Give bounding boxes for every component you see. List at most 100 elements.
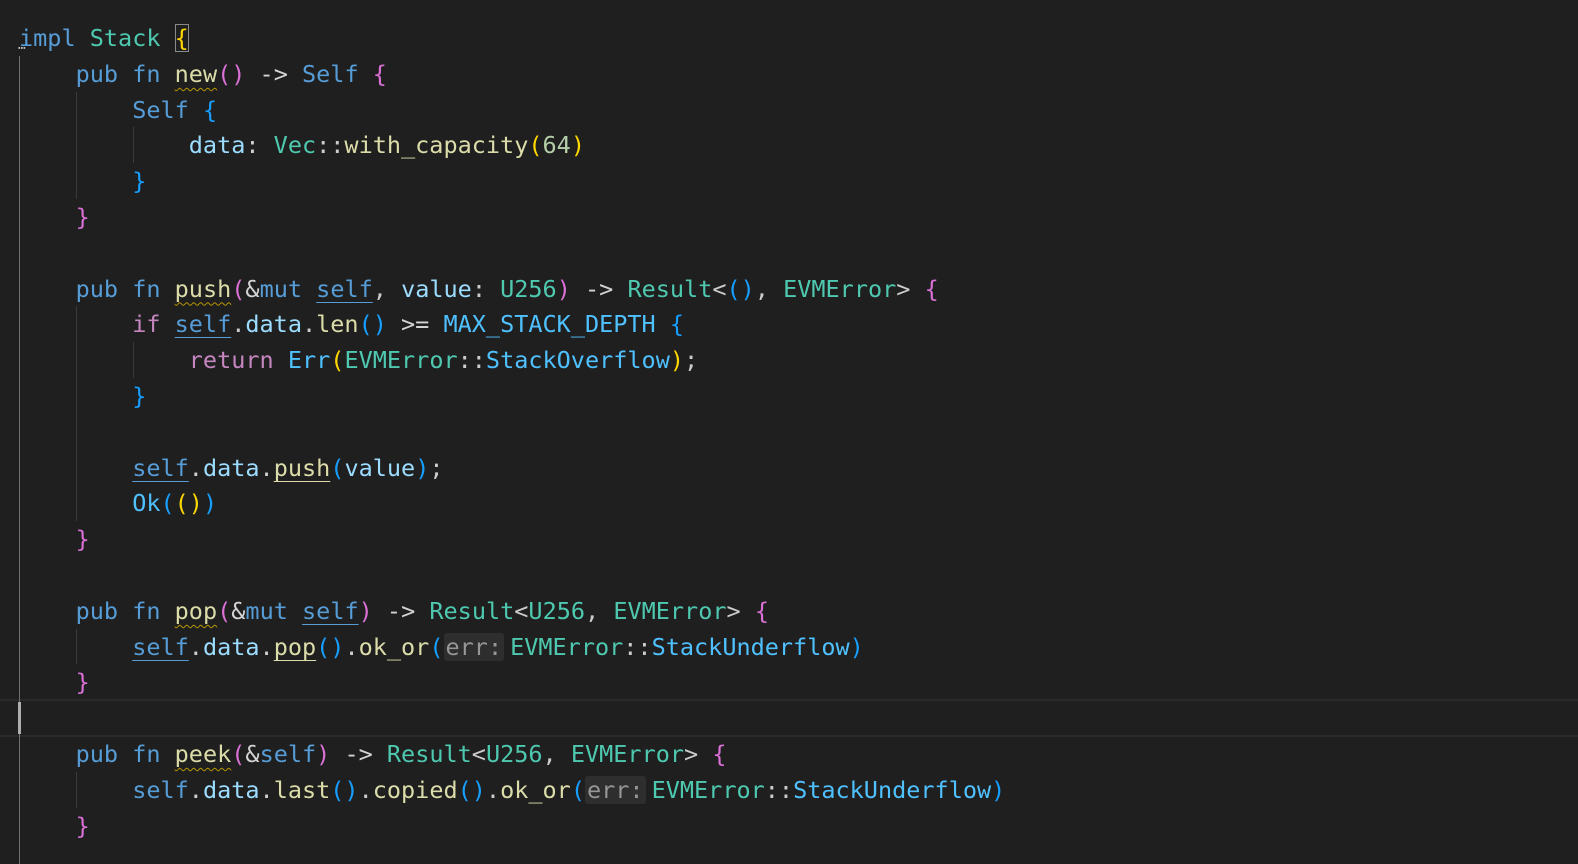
code-token: :: [316, 131, 345, 160]
code-token: StackUnderflow [651, 632, 850, 661]
code-line[interactable]: if self.data.len() >= MAX_STACK_DEPTH { [0, 306, 1578, 342]
code-token: :: [623, 632, 652, 661]
code-line-text: } [19, 163, 146, 199]
code-line[interactable]: } [0, 664, 1578, 700]
code-token: pop [273, 632, 317, 661]
code-token: ) [556, 274, 571, 303]
code-line[interactable] [0, 700, 1578, 736]
code-token: peek [174, 740, 232, 768]
code-token: : [245, 131, 274, 160]
code-token: pub [75, 596, 119, 625]
code-line[interactable]: pub fn new() -> Self { [0, 56, 1578, 92]
code-token: , [542, 740, 571, 768]
code-token: Result [429, 596, 515, 625]
code-line[interactable]: data: Vec::with_capacity(64) [0, 127, 1578, 163]
code-token: ( [330, 346, 345, 375]
code-token: self [174, 310, 232, 339]
code-editor[interactable]: ⋯ impl Stack { pub fn new() -> Self { Se… [0, 0, 1578, 864]
code-token: ( [160, 489, 175, 518]
code-line-text: } [19, 199, 90, 235]
code-token: :: [764, 775, 794, 804]
code-token: Result [386, 740, 472, 768]
code-token: < [514, 596, 529, 625]
code-token: . [188, 775, 203, 804]
code-token: { [924, 274, 939, 303]
code-line[interactable]: self.data.push(value); [0, 450, 1578, 486]
code-token: Result [627, 274, 713, 303]
code-line[interactable]: self.data.last().copied().ok_or(err: EVME… [0, 772, 1578, 808]
code-token: & [231, 596, 246, 625]
code-line-text: impl Stack { [19, 20, 189, 56]
code-token: () [457, 775, 486, 804]
code-token: -> [330, 740, 387, 768]
code-token: () [330, 775, 359, 804]
code-token: & [245, 274, 260, 303]
code-token: impl [19, 24, 76, 52]
code-line[interactable]: Self { [0, 92, 1578, 128]
code-token: : [471, 274, 501, 303]
code-token: ) [849, 632, 864, 661]
code-token: . [485, 775, 501, 804]
code-line[interactable]: } [0, 808, 1578, 844]
code-line[interactable]: impl Stack { [0, 20, 1578, 56]
code-token: data [202, 632, 260, 661]
code-line[interactable]: } [0, 521, 1578, 557]
code-line[interactable]: pub fn peek(&self) -> Result<U256, EVMEr… [0, 736, 1578, 772]
code-token: pop [174, 596, 218, 625]
code-line[interactable] [0, 414, 1578, 450]
code-token: copied [372, 775, 458, 804]
code-line[interactable]: Ok(()) [0, 485, 1578, 521]
code-line[interactable]: return Err(EVMError::StackOverflow); [0, 342, 1578, 378]
code-line[interactable]: } [0, 163, 1578, 199]
code-line[interactable]: self.data.pop().ok_or(err: EVMError::Stac… [0, 629, 1578, 665]
code-token: with_capacity [344, 131, 529, 160]
code-line[interactable]: } [0, 378, 1578, 414]
code-token: U256 [528, 596, 586, 625]
code-token: data [188, 131, 246, 160]
code-token: self [259, 740, 317, 768]
code-token: ) [316, 740, 331, 768]
code-token: Err [287, 346, 331, 375]
code-line[interactable] [0, 557, 1578, 593]
code-line[interactable]: pub fn pop(&mut self) -> Result<U256, EV… [0, 593, 1578, 629]
code-line[interactable]: } [0, 199, 1578, 235]
code-token: pub [75, 274, 119, 303]
code-line[interactable]: pub fn push(&mut self, value: U256) -> R… [0, 271, 1578, 307]
code-token: < [471, 740, 486, 768]
code-token: { [174, 24, 189, 52]
code-token: ) [669, 346, 685, 375]
code-token: value [401, 274, 472, 303]
code-token: ( [570, 775, 585, 804]
code-token: . [231, 310, 246, 339]
code-token: < [712, 274, 727, 303]
code-token: , [372, 274, 402, 303]
code-token: >= [386, 310, 444, 339]
code-line[interactable] [0, 235, 1578, 271]
code-token: self [132, 775, 189, 804]
code-token: push [273, 453, 331, 482]
code-token: ) [415, 453, 430, 482]
code-line-text: self.data.push(value); [19, 450, 443, 486]
code-token: > [896, 274, 911, 303]
code-line-text: pub fn peek(&self) -> Result<U256, EVMEr… [19, 736, 727, 772]
code-token: if [132, 310, 161, 339]
